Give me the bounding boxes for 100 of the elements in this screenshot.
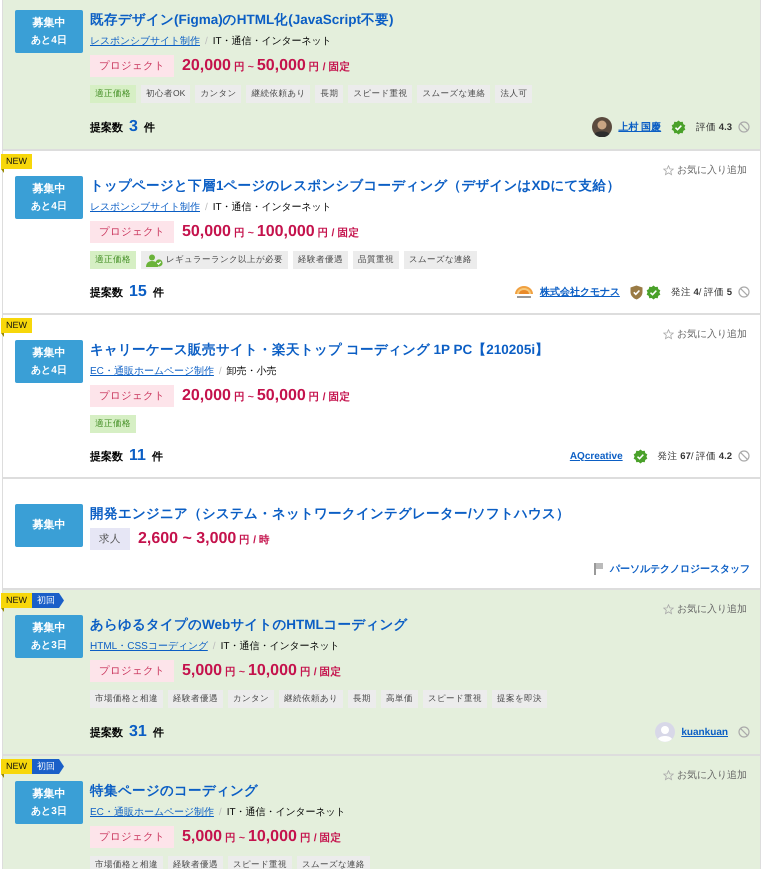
category-link[interactable]: HTML・CSSコーディング: [90, 639, 208, 653]
tag: カンタン: [228, 690, 274, 708]
price-type-label: 求人: [90, 528, 130, 550]
client-link[interactable]: kuankuan: [681, 726, 728, 738]
tag: 法人可: [495, 85, 532, 103]
tag: 提案を即決: [492, 690, 547, 708]
tag: スピード重視: [228, 856, 292, 869]
tag: 経験者優遇: [293, 251, 348, 269]
new-badge: NEW: [1, 593, 32, 608]
star-icon: [663, 770, 674, 780]
separator: /: [212, 640, 216, 652]
new-badge: NEW: [1, 759, 32, 774]
price-text: 20,000 円 ~ 50,000 円 / 固定: [182, 57, 350, 75]
tag: 市場価格と相違: [90, 856, 163, 869]
price-text: 20,000 円 ~ 50,000 円 / 固定: [182, 387, 350, 405]
avatar-icon: [655, 722, 676, 742]
industry-label: IT・通信・インターネット: [212, 34, 332, 48]
tag: 初心者OK: [141, 85, 190, 103]
star-icon: [663, 164, 674, 176]
job-title-link[interactable]: 開発エンジニア（システム・ネットワークインテグレーター/ソフトハウス）: [90, 505, 750, 523]
favorite-button[interactable]: お気に入り追加: [663, 768, 747, 782]
block-icon[interactable]: [738, 450, 750, 462]
status-label: 募集中 あと3日: [15, 781, 83, 824]
tag: 経験者優遇: [168, 690, 223, 708]
new-badge: NEW: [1, 318, 32, 333]
industry-label: IT・通信・インターネット: [212, 200, 332, 214]
price-type-label: プロジェクト: [90, 826, 174, 848]
tag: 長期: [315, 85, 344, 103]
block-icon[interactable]: [738, 726, 750, 738]
favorite-button[interactable]: お気に入り追加: [663, 327, 747, 341]
block-icon[interactable]: [738, 121, 750, 133]
price-type-label: プロジェクト: [90, 385, 174, 407]
separator: /: [218, 806, 222, 818]
star-icon: [663, 328, 674, 340]
avatar-icon: [592, 117, 612, 137]
price-type-label: プロジェクト: [90, 55, 174, 77]
price-type-label: プロジェクト: [90, 221, 174, 243]
proposal-count: 提案数 15 件: [90, 283, 164, 301]
client-link[interactable]: 上村 国慶: [618, 120, 662, 134]
flag-icon: [594, 563, 604, 575]
proposal-count: 提案数 31 件: [90, 723, 164, 741]
status-label: 募集中: [15, 504, 83, 547]
price-text: 5,000 円 ~ 10,000 円 / 固定: [182, 828, 342, 846]
favorite-button[interactable]: お気に入り追加: [663, 163, 747, 177]
star-icon: [663, 604, 674, 614]
tag: 品質重視: [353, 251, 399, 269]
tag: スムーズな連絡: [417, 85, 490, 103]
tag: スピード重視: [423, 690, 487, 708]
job-title-link[interactable]: キャリーケース販売サイト・楽天トップ コーディング 1P PC【210205i】: [90, 341, 750, 359]
new-badge: NEW: [1, 154, 32, 169]
tag: 適正価格: [90, 85, 136, 103]
price-text: 2,600 ~ 3,000 円 / 時: [138, 530, 270, 548]
tag: スムーズな連絡: [297, 856, 370, 869]
tag: 高単価: [381, 690, 418, 708]
category-link[interactable]: レスポンシブサイト制作: [90, 34, 200, 48]
tag: カンタン: [195, 85, 242, 103]
tag: スピード重視: [348, 85, 412, 103]
person-check-icon: [146, 254, 163, 266]
first-time-badge: 初回: [32, 593, 64, 608]
tag: 適正価格: [90, 415, 136, 433]
job-title-link[interactable]: あらゆるタイプのWebサイトのHTMLコーディング: [90, 616, 750, 634]
proposal-count: 提案数 3 件: [90, 118, 155, 136]
job-title-link[interactable]: 特集ページのコーディング: [90, 782, 750, 800]
separator: /: [218, 366, 222, 376]
status-label: 募集中 あと4日: [15, 176, 83, 219]
client-stats: 発注 67/ 評価 4.2: [658, 450, 732, 462]
tag: 長期: [348, 690, 376, 708]
price-text: 50,000 円 ~ 100,000 円 / 固定: [182, 223, 360, 241]
client-stats: 発注 4/ 評価 5: [670, 286, 732, 298]
first-time-badge: 初回: [32, 759, 64, 774]
category-link[interactable]: EC・通販ホームページ制作: [90, 805, 214, 819]
client-name: パーソルテクノロジースタッフ: [610, 563, 750, 576]
separator: /: [205, 202, 208, 212]
company-logo-icon: [514, 284, 534, 300]
client-stats: 評価 4.3: [696, 120, 732, 134]
category-link[interactable]: EC・通販ホームページ制作: [90, 364, 214, 378]
separator: /: [205, 36, 208, 46]
client-link[interactable]: AQcreative: [570, 450, 623, 462]
job-title-link[interactable]: トップページと下層1ページのレスポンシブコーディング（デザインはXDにて支給）: [90, 177, 750, 195]
industry-label: IT・通信・インターネット: [220, 640, 340, 653]
client-link[interactable]: 株式会社クモナス: [540, 285, 620, 299]
status-label: 募集中 あと4日: [15, 10, 83, 53]
block-icon[interactable]: [738, 286, 750, 298]
proposal-count: 提案数 11 件: [90, 447, 163, 465]
status-label: 募集中 あと4日: [15, 340, 83, 383]
tag: 市場価格と相違: [90, 690, 163, 708]
price-text: 5,000 円 ~ 10,000 円 / 固定: [182, 662, 342, 680]
job-title-link[interactable]: 既存デザイン(Figma)のHTML化(JavaScript不要): [90, 11, 750, 29]
tag: 継続依頼あり: [279, 690, 343, 708]
tag: 継続依頼あり: [246, 85, 310, 103]
tag: スムーズな連絡: [404, 251, 477, 269]
tag: 経験者優遇: [168, 856, 223, 869]
category-link[interactable]: レスポンシブサイト制作: [90, 200, 200, 214]
tag: 適正価格: [90, 251, 136, 269]
rank-requirement: レギュラーランク以上が必要: [141, 251, 288, 269]
industry-label: 卸売・小売: [226, 364, 277, 378]
status-label: 募集中 あと3日: [15, 615, 83, 658]
price-type-label: プロジェクト: [90, 660, 174, 682]
industry-label: IT・通信・インターネット: [226, 806, 346, 819]
favorite-button[interactable]: お気に入り追加: [663, 602, 747, 616]
